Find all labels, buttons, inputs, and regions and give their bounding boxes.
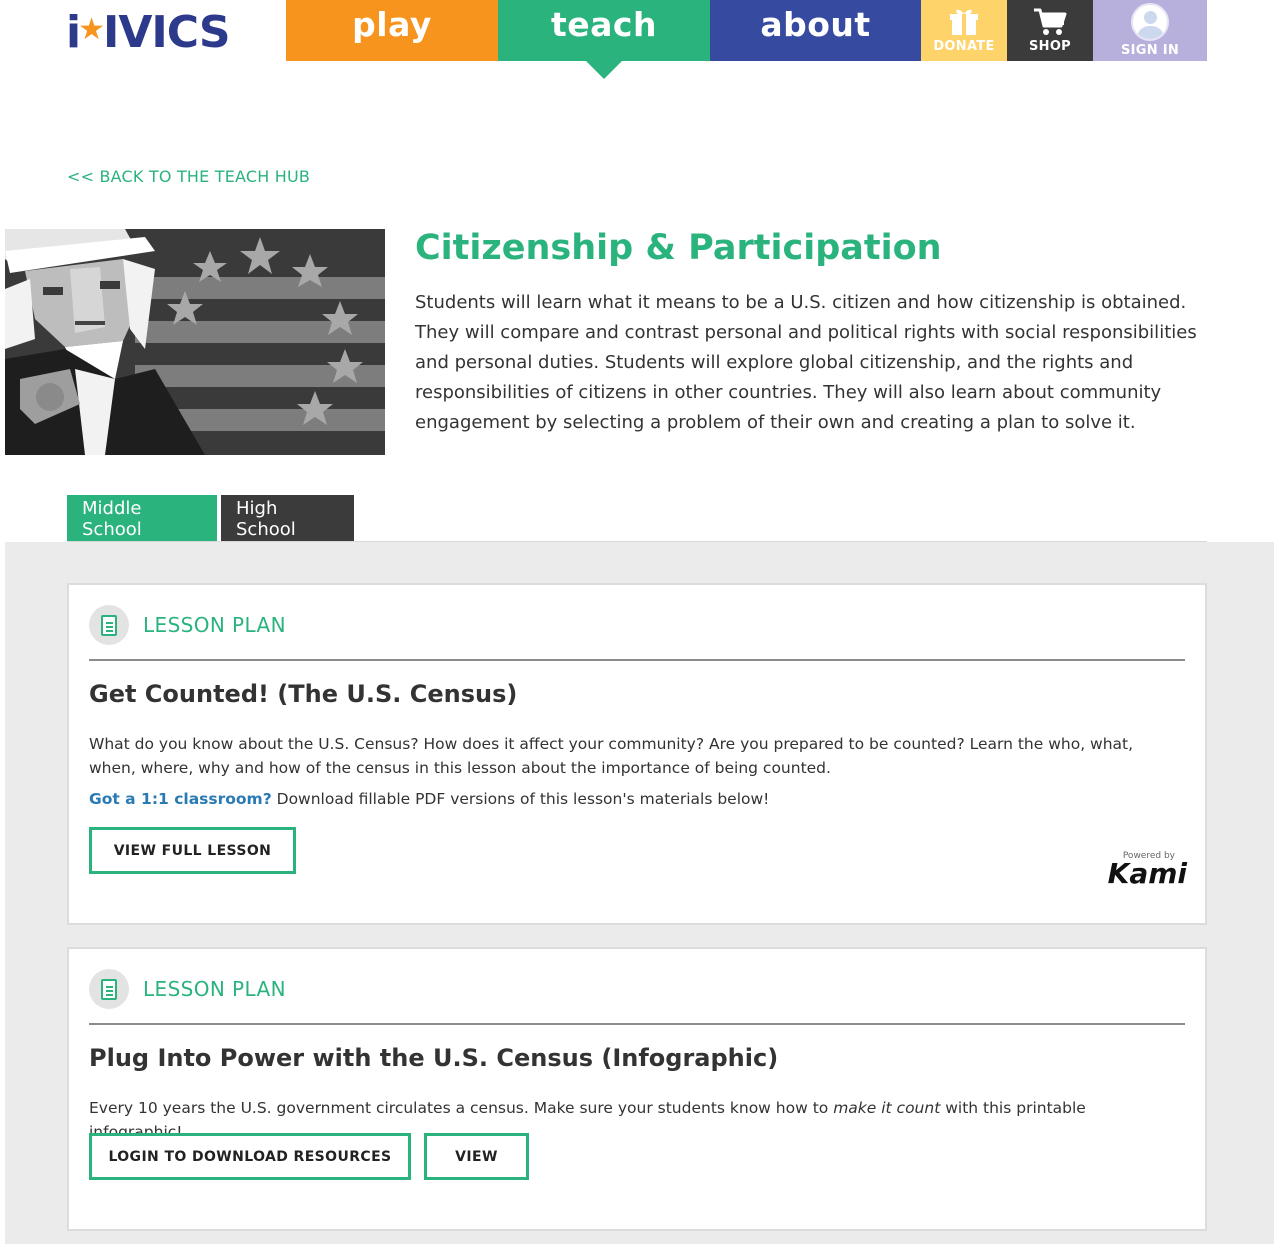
view-full-lesson-button[interactable]: VIEW FULL LESSON [89,827,296,874]
kami-logo: Kami [1107,857,1187,890]
nav-shop-label: SHOP [1028,38,1072,54]
nav-teach[interactable]: teach [498,0,710,79]
hero-illustration [5,229,385,455]
page-description: Students will learn what it means to be … [415,292,1197,433]
lesson-description-emphasis: make it count [833,1099,941,1117]
view-button[interactable]: VIEW [424,1133,529,1180]
card-divider [89,659,1185,661]
nav-sign-in[interactable]: SIGN IN [1093,0,1207,61]
nav-play-label: play [352,5,432,44]
document-icon [89,969,129,1009]
tab-high-school[interactable]: High School [221,495,354,542]
lesson-card-header: LESSON PLAN [89,605,286,645]
card-divider [89,1023,1185,1025]
nav-donate[interactable]: DONATE [921,0,1007,61]
nav-shop[interactable]: SHOP [1007,0,1093,61]
lesson-card: LESSON PLAN Get Counted! (The U.S. Censu… [67,583,1207,925]
document-icon [89,605,129,645]
tab-middle-school[interactable]: Middle School [67,495,217,554]
lesson-title[interactable]: Plug Into Power with the U.S. Census (In… [89,1044,778,1072]
icivics-logo[interactable]: i ★ IVICS [66,7,231,58]
lesson-card: LESSON PLAN Plug Into Power with the U.S… [67,947,1207,1231]
grade-level-tabs: Middle School High School [67,495,354,554]
lesson-title[interactable]: Get Counted! (The U.S. Census) [89,680,517,708]
lesson-note: Got a 1:1 classroom? Download fillable P… [89,790,769,808]
lesson-description: What do you know about the U.S. Census? … [89,735,1134,777]
lesson-card-header: LESSON PLAN [89,969,286,1009]
nav-donate-label: DONATE [933,38,995,54]
uncle-sam-illustration [5,229,385,455]
nav-sign-in-label: SIGN IN [1120,43,1180,58]
lesson-description-start: Every 10 years the U.S. government circu… [89,1099,834,1117]
user-avatar-icon [1131,3,1169,41]
gift-icon [950,9,978,35]
star-icon: ★ [78,11,105,47]
logo-wordmark-right: IVICS [103,7,231,58]
nav-play[interactable]: play [286,0,498,61]
nav-about[interactable]: about [710,0,921,61]
one-to-one-classroom-link[interactable]: Got a 1:1 classroom? [89,790,272,808]
login-to-download-button[interactable]: LOGIN TO DOWNLOAD RESOURCES [89,1133,411,1180]
main-nav: play teach about DONATE SHOP SIGN IN [286,0,1207,79]
site-header: i ★ IVICS play teach about DONATE SHOP S… [0,0,1274,79]
back-to-teach-hub-link[interactable]: << BACK TO THE TEACH HUB [67,167,310,186]
page-title: Citizenship & Participation [415,228,942,268]
lesson-type-label: LESSON PLAN [143,613,286,637]
nav-teach-label: teach [551,5,657,44]
lesson-note-text: Download fillable PDF versions of this l… [271,790,770,808]
lesson-type-label: LESSON PLAN [143,977,286,1001]
shopping-cart-icon [1034,8,1067,35]
kami-badge[interactable]: Powered by Kami [1107,851,1187,890]
nav-about-label: about [760,5,871,44]
